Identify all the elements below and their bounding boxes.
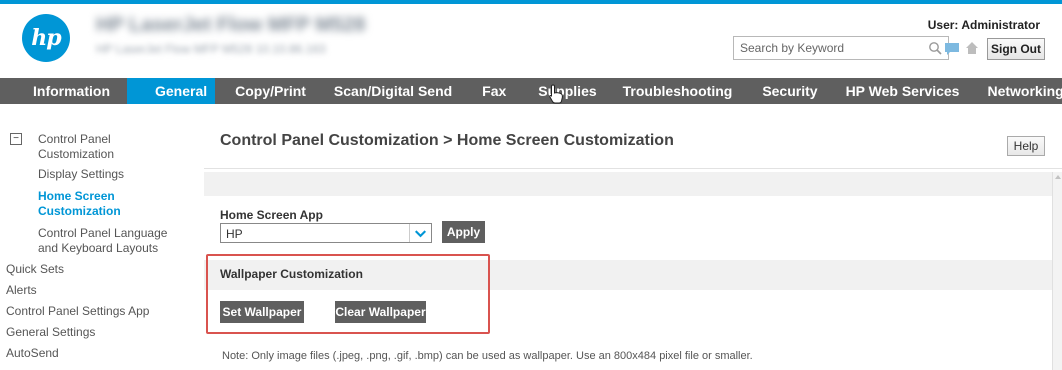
main-content: Control Panel Customization > Home Scree… [204,104,1062,370]
hp-logo[interactable]: hp [22,14,70,62]
chevron-down-icon [409,224,427,242]
sidebar-item-control-panel-settings-app[interactable]: Control Panel Settings App [6,304,149,319]
nav-item-copy-print[interactable]: Copy/Print [215,78,322,104]
help-button[interactable]: Help [1007,136,1045,156]
sidebar-item-control-panel-customization[interactable]: Control Panel Customization [38,132,158,162]
sidebar-item-home-screen-customization[interactable]: Home Screen Customization [38,189,138,219]
nav-item-security[interactable]: Security [746,78,831,104]
sign-out-button[interactable]: Sign Out [987,38,1045,60]
search-input[interactable] [734,37,924,59]
set-wallpaper-button[interactable]: Set Wallpaper [220,301,304,323]
section-band [204,172,1056,196]
sidebar-item-autosend[interactable]: AutoSend [6,346,59,361]
search-box [733,36,949,60]
nav-item-scan-digital-send[interactable]: Scan/Digital Send [322,78,466,104]
clear-wallpaper-button[interactable]: Clear Wallpaper [335,301,426,323]
device-name: HP LaserJet Flow MFP M528 [96,14,366,36]
nav-item-networking[interactable]: Networking [973,78,1062,104]
chat-icon[interactable] [944,42,960,56]
user-label: User: Administrator [927,18,1040,32]
home-screen-app-value: HP [226,227,243,241]
device-subtitle: HP LaserJet Flow MFP M528 10.10.86.163 [96,42,326,56]
sidebar-item-alerts[interactable]: Alerts [6,283,37,298]
vertical-scrollbar[interactable] [1052,172,1062,370]
main-nav: Information General Copy/Print Scan/Digi… [0,78,1062,104]
sidebar-item-control-panel-language[interactable]: Control Panel Language and Keyboard Layo… [38,226,178,256]
sidebar-item-general-settings[interactable]: General Settings [6,325,95,340]
nav-item-hp-web-services[interactable]: HP Web Services [832,78,974,104]
scroll-up-arrow-icon[interactable] [1054,172,1062,182]
sidebar: − Control Panel Customization Display Se… [0,104,200,370]
home-screen-app-label: Home Screen App [220,208,323,222]
nav-item-supplies[interactable]: Supplies [520,78,608,104]
mouse-pointer-icon [549,84,563,104]
apply-button[interactable]: Apply [442,221,485,243]
sidebar-item-display-settings[interactable]: Display Settings [38,167,124,182]
nav-item-troubleshooting[interactable]: Troubleshooting [609,78,747,104]
wallpaper-section-title: Wallpaper Customization [220,267,363,281]
collapse-toggle[interactable]: − [10,133,22,145]
home-screen-app-select[interactable]: HP [220,223,432,243]
title-divider [204,168,1062,169]
nav-item-information[interactable]: Information [0,78,127,104]
wallpaper-note: Note: Only image files (.jpeg, .png, .gi… [222,350,753,362]
header: hp HP LaserJet Flow MFP M528 HP LaserJet… [0,4,1062,78]
nav-item-fax[interactable]: Fax [466,78,520,104]
home-icon[interactable] [965,41,979,55]
search-icon[interactable] [928,41,942,55]
sidebar-item-quick-sets[interactable]: Quick Sets [6,262,64,277]
nav-item-general[interactable]: General [127,78,216,104]
page-title: Control Panel Customization > Home Scree… [220,132,674,149]
hp-logo-text: hp [31,25,61,51]
